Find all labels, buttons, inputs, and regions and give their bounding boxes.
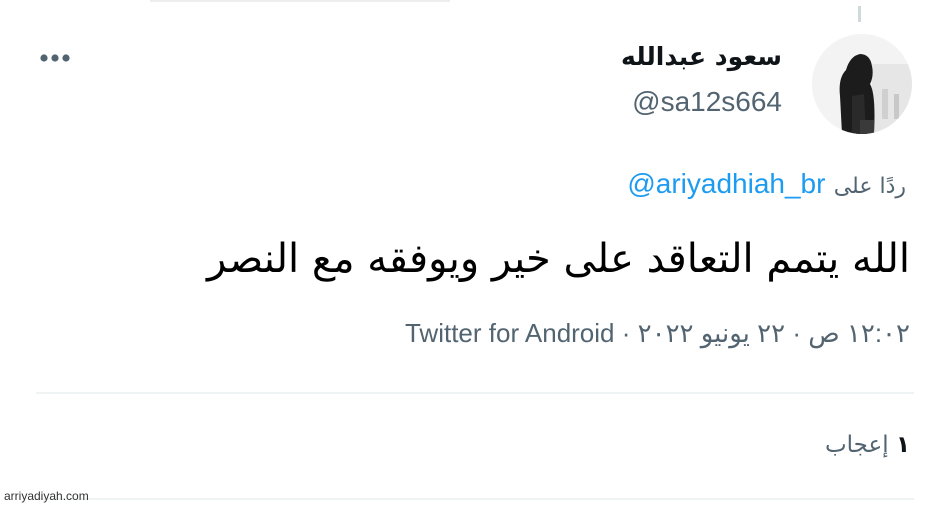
likes-count-link[interactable]: ١ إعجاب [825, 432, 910, 458]
author-handle[interactable]: @sa12s664 [632, 86, 782, 118]
likes-label: إعجاب [825, 432, 889, 458]
replying-to-label: ردًا على [833, 174, 906, 199]
person-silhouette-avatar-icon [812, 34, 912, 134]
author-display-name[interactable]: سعود عبدالله [621, 42, 782, 71]
tweet-text: الله يتمم التعاقد على خير ويوفقه مع النص… [207, 236, 910, 282]
meta-separator: · [621, 318, 631, 348]
author-avatar[interactable] [812, 34, 912, 134]
previous-tweet-border [150, 0, 450, 2]
replying-to: ردًا على @ariyadhiah_br [627, 168, 906, 200]
watermark: arriyadiyah.com [4, 489, 89, 503]
tweet-date[interactable]: ٢٢ يونيو ٢٠٢٢ [638, 318, 785, 348]
meta-separator: · [792, 318, 801, 348]
reply-mention-link[interactable]: @ariyadhiah_br [627, 168, 825, 199]
divider-engagement [36, 498, 914, 500]
thread-connector-line [858, 6, 861, 22]
tweet-metadata: ١٢:٠٢ ص · ٢٢ يونيو ٢٠٢٢ · Twitter for An… [405, 318, 910, 349]
more-horizontal-icon [40, 54, 70, 62]
more-options-button[interactable] [36, 40, 76, 76]
divider-metadata [36, 392, 914, 394]
tweet-time[interactable]: ١٢:٠٢ ص [808, 318, 910, 348]
tweet-source[interactable]: Twitter for Android [405, 318, 615, 348]
likes-count: ١ [895, 432, 910, 458]
